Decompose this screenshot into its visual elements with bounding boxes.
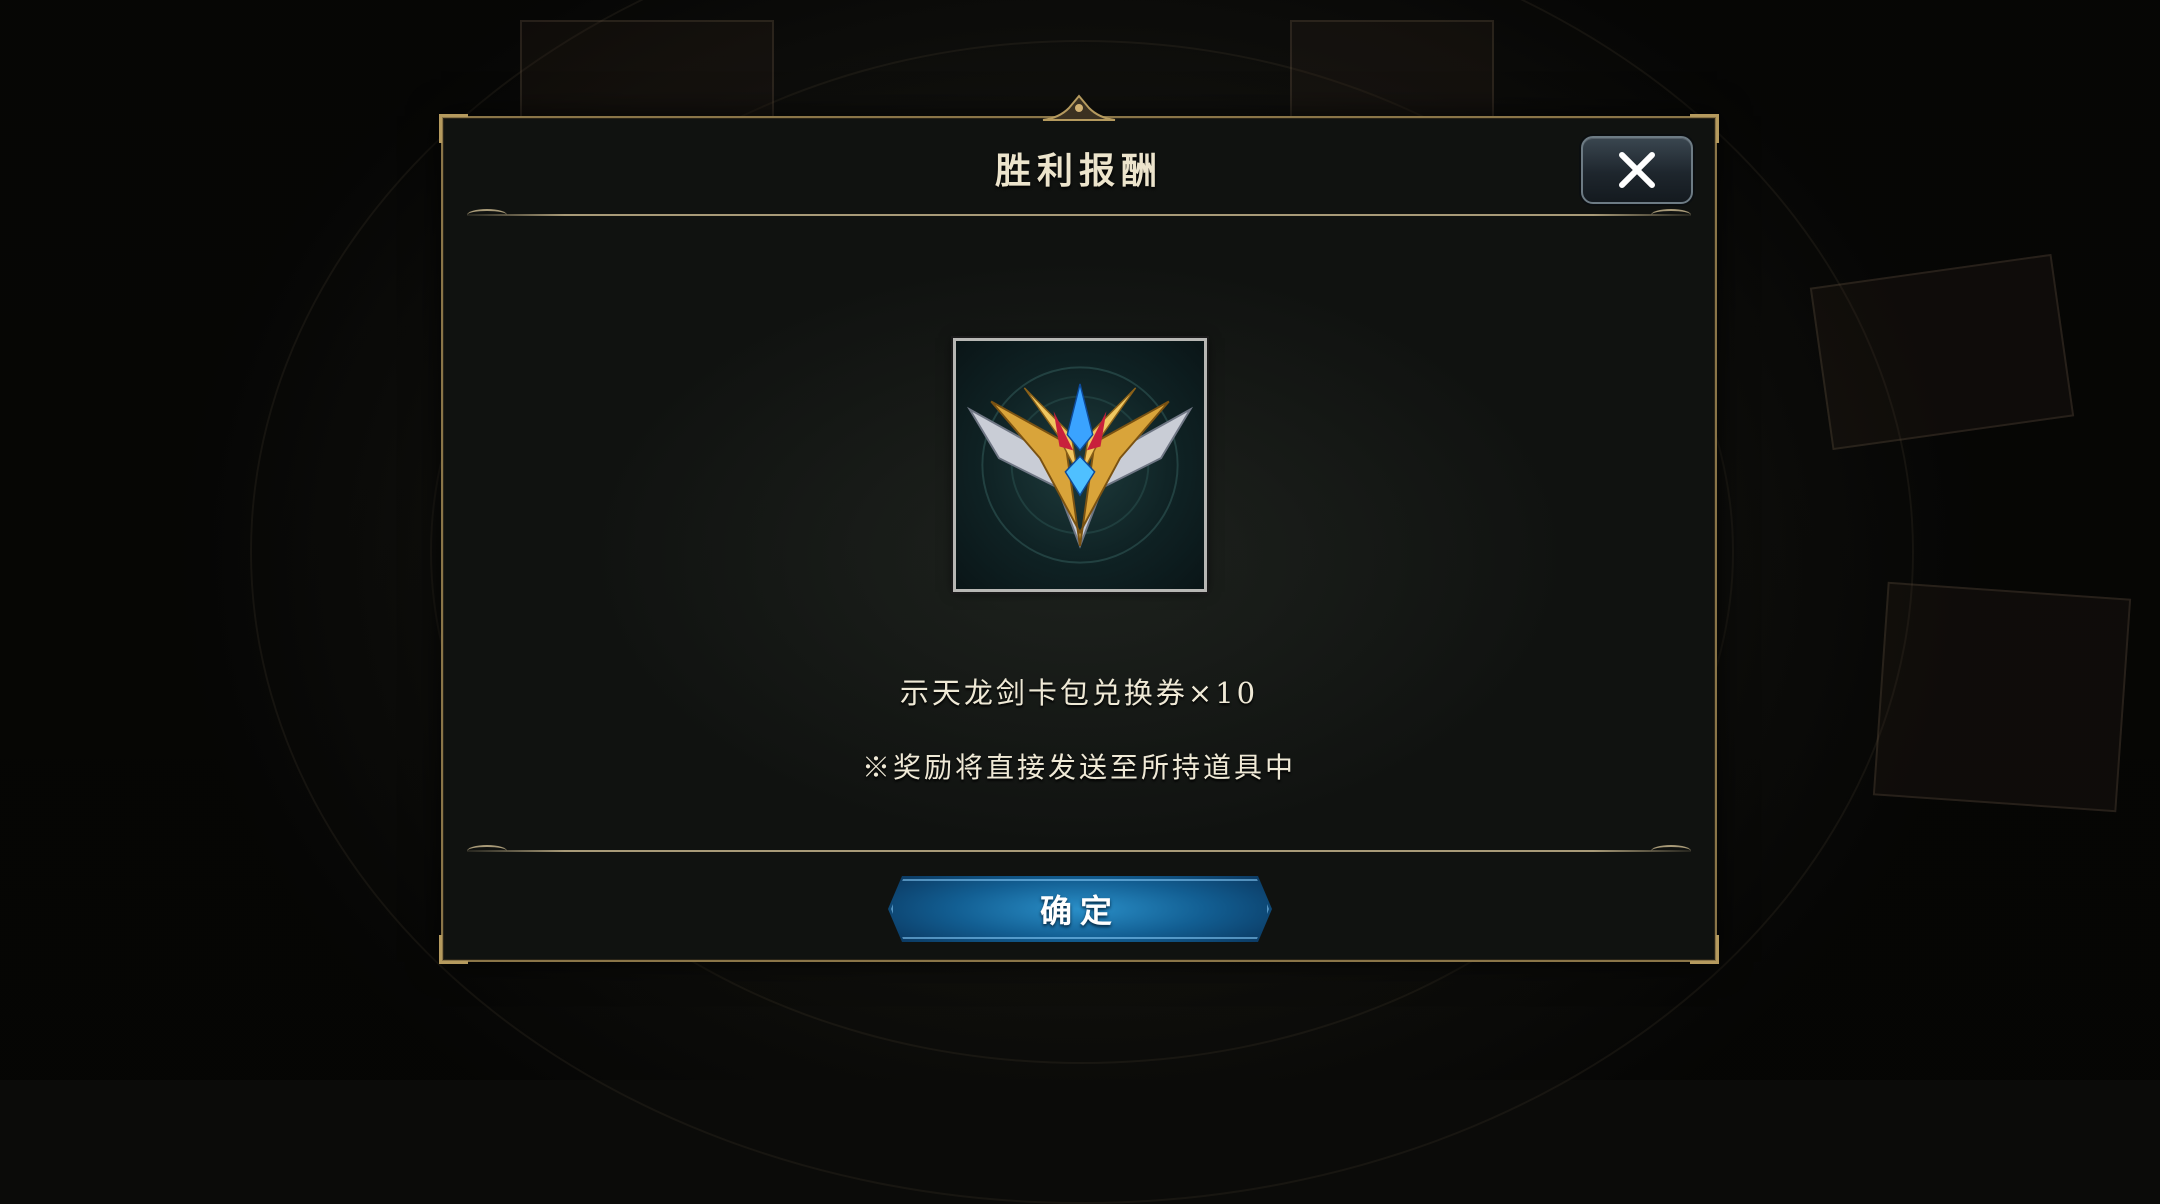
crest-ornament-icon bbox=[1042, 94, 1116, 121]
frame-corner bbox=[1690, 114, 1719, 143]
close-button[interactable] bbox=[1581, 136, 1693, 204]
reward-item-frame bbox=[953, 338, 1207, 592]
background-card bbox=[1809, 253, 2075, 451]
reward-item-name: 示天龙剑卡包兑换券×10 bbox=[899, 676, 1259, 710]
confirm-button[interactable]: 确定 bbox=[888, 876, 1272, 942]
background-card bbox=[1872, 581, 2132, 813]
footer-divider bbox=[467, 845, 1691, 852]
header-divider bbox=[467, 209, 1691, 216]
frame-corner bbox=[439, 114, 468, 143]
dialog-title: 胜利报酬 bbox=[994, 150, 1163, 192]
frame-corner bbox=[439, 935, 468, 964]
reward-dialog: 胜利报酬 示天龙剑卡包兑换券×10 ※奖励将直接发送至所持道具中 确定 bbox=[439, 94, 1719, 964]
confirm-button-label: 确定 bbox=[1039, 892, 1120, 930]
close-icon bbox=[1619, 152, 1655, 188]
frame-corner bbox=[1690, 935, 1719, 964]
reward-delivery-note: ※奖励将直接发送至所持道具中 bbox=[861, 751, 1296, 784]
winged-emblem-icon bbox=[966, 366, 1194, 564]
